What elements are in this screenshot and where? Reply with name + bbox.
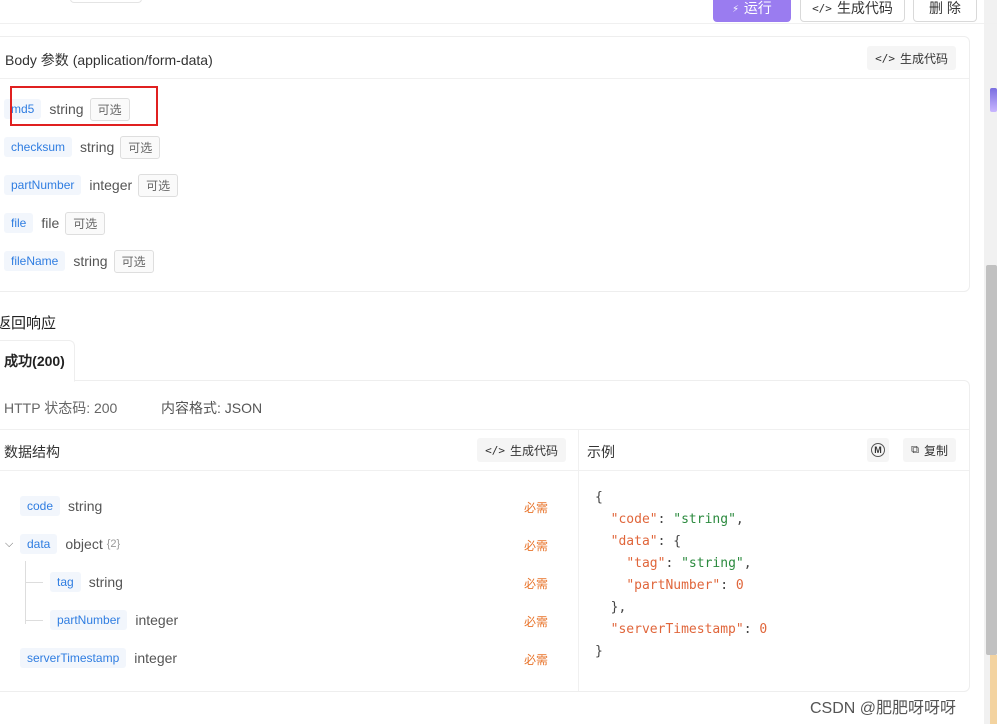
- param-optional-badge: 可选: [120, 135, 161, 159]
- json-brace: }: [595, 644, 603, 659]
- json-key: "code": [610, 512, 658, 527]
- scrollbar-thumb[interactable]: [986, 265, 997, 655]
- edge-decoration-bottom: [990, 655, 997, 724]
- field-row-partnumber: partNumber integer: [50, 609, 178, 631]
- json-key: "serverTimestamp": [610, 622, 744, 637]
- response-card: HTTP 状态码: 200 内容格式: JSON 数据结构 </> 生成代码 示…: [0, 380, 970, 692]
- field-name[interactable]: code: [20, 496, 61, 516]
- param-row-checksum: checksum string 可选: [4, 135, 161, 159]
- required-badge: 必需: [524, 501, 549, 515]
- param-type: string: [80, 139, 115, 155]
- delete-label: 删 除: [929, 0, 961, 16]
- red-highlight-box: [10, 86, 158, 126]
- field-type: integer: [135, 612, 179, 628]
- code-icon: </>: [485, 443, 505, 457]
- chevron-down-icon[interactable]: ⌵: [5, 538, 13, 551]
- mock-icon: M: [871, 443, 885, 457]
- tab-label: 成功(200): [4, 353, 65, 369]
- json-brace: {: [595, 490, 603, 505]
- required-badge: 必需: [524, 577, 549, 591]
- tree-branch: [25, 620, 43, 621]
- param-row-partnumber: partNumber integer 可选: [4, 173, 179, 197]
- field-name[interactable]: serverTimestamp: [20, 648, 127, 668]
- body-params-header: Body 参数 (application/form-data) </> 生成代码: [0, 37, 969, 79]
- body-params-card: Body 参数 (application/form-data) </> 生成代码…: [0, 36, 970, 292]
- body-generate-code-label: 生成代码: [899, 51, 948, 66]
- code-icon: </>: [812, 1, 832, 15]
- field-name[interactable]: tag: [50, 572, 81, 592]
- field-row-code: code string: [20, 495, 102, 517]
- example-header: 示例 M ⧉ 复制: [578, 429, 969, 471]
- copy-icon: ⧉: [911, 443, 919, 456]
- json-brace: },: [610, 600, 627, 615]
- tree-line: [25, 561, 26, 624]
- example-json[interactable]: { "code": "string", "data": { "tag": "st…: [595, 487, 767, 663]
- json-key: "data": [610, 534, 658, 549]
- json-key: "tag": [626, 556, 666, 571]
- required-badge: 必需: [524, 653, 549, 667]
- required-badge: 必需: [524, 539, 549, 553]
- edge-decoration: [990, 88, 997, 112]
- field-type: string: [68, 498, 103, 514]
- json-value: 0: [735, 578, 744, 593]
- field-type: integer: [134, 650, 178, 666]
- field-row-data: data object {2}: [20, 533, 120, 555]
- generate-code-label: 生成代码: [836, 0, 893, 16]
- top-input-stub: [70, 0, 142, 3]
- field-name[interactable]: partNumber: [50, 610, 128, 630]
- param-optional-badge: 可选: [138, 173, 179, 197]
- content-format-text: 内容格式: JSON: [161, 400, 263, 416]
- schema-generate-code-button[interactable]: </> 生成代码: [477, 438, 566, 462]
- generate-code-button[interactable]: </> 生成代码: [800, 0, 905, 22]
- param-optional-badge: 可选: [113, 249, 154, 273]
- lightning-icon: ⚡: [732, 1, 739, 15]
- param-type: string: [73, 253, 108, 269]
- code-icon: </>: [875, 51, 895, 65]
- delete-button[interactable]: 删 除: [913, 0, 977, 22]
- param-name[interactable]: checksum: [4, 137, 73, 157]
- param-name[interactable]: fileName: [4, 251, 66, 271]
- param-type: integer: [89, 177, 133, 193]
- mock-button[interactable]: M: [867, 438, 889, 462]
- copy-button[interactable]: ⧉ 复制: [903, 438, 956, 462]
- field-name[interactable]: data: [20, 534, 58, 554]
- tab-success-200[interactable]: 成功(200): [0, 340, 75, 382]
- json-key: "partNumber": [626, 578, 721, 593]
- top-toolbar: ⚡ 运行 </> 生成代码 删 除: [0, 0, 997, 24]
- field-row-tag: tag string: [50, 571, 123, 593]
- field-type: string: [88, 574, 123, 590]
- column-divider: [578, 429, 579, 691]
- object-count: {2}: [106, 538, 121, 550]
- param-row-filename: fileName string 可选: [4, 249, 154, 273]
- param-type: file: [41, 215, 60, 231]
- schema-title: 数据结构: [4, 444, 60, 460]
- json-value: 0: [759, 622, 768, 637]
- json-value: "string": [673, 512, 736, 527]
- param-optional-badge: 可选: [65, 211, 106, 235]
- http-status-text: HTTP 状态码: 200: [4, 400, 118, 416]
- response-section-title: 返回响应: [0, 315, 57, 332]
- param-name[interactable]: partNumber: [4, 175, 82, 195]
- schema-header: 数据结构 </> 生成代码: [0, 429, 578, 471]
- json-value: "string": [681, 556, 744, 571]
- run-button[interactable]: ⚡ 运行: [713, 0, 791, 22]
- run-label: 运行: [743, 0, 772, 16]
- field-row-servertimestamp: serverTimestamp integer: [20, 647, 177, 669]
- example-title: 示例: [587, 444, 615, 460]
- copy-label: 复制: [923, 443, 948, 458]
- body-generate-code-button[interactable]: </> 生成代码: [867, 46, 956, 70]
- field-type: object: [65, 536, 103, 552]
- body-params-title: Body 参数 (application/form-data): [5, 52, 213, 68]
- watermark: CSDN @肥肥呀呀呀: [810, 700, 957, 717]
- schema-generate-code-label: 生成代码: [509, 443, 558, 458]
- required-badge: 必需: [524, 615, 549, 629]
- param-name[interactable]: file: [4, 213, 34, 233]
- param-row-file: file file 可选: [4, 211, 106, 235]
- tree-branch: [25, 582, 43, 583]
